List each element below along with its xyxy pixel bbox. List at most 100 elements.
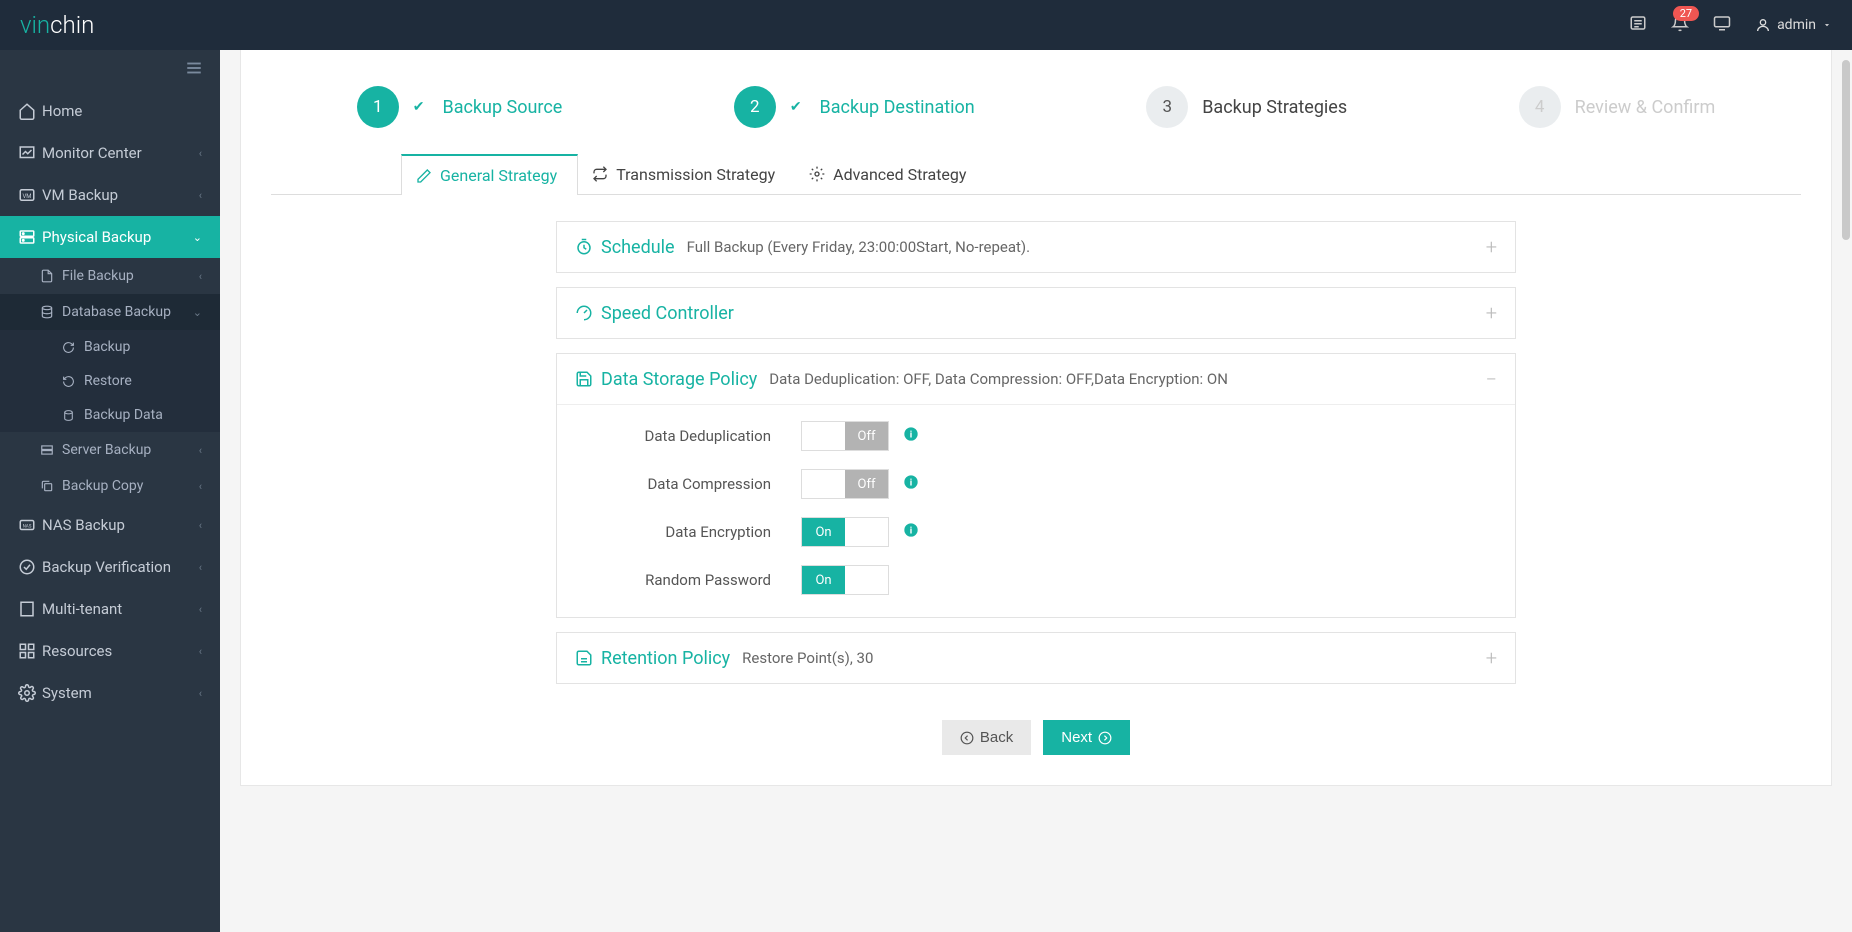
panel-schedule: Schedule Full Backup (Every Friday, 23:0… bbox=[556, 221, 1516, 273]
panel-summary: Data Deduplication: OFF, Data Compressio… bbox=[769, 370, 1228, 388]
sidebar-subsub-backup-data[interactable]: Backup Data bbox=[0, 398, 220, 432]
sidebar-label: Resources bbox=[42, 642, 112, 660]
sidebar-item-vm-backup[interactable]: VM VM Backup ‹ bbox=[0, 174, 220, 216]
panel-header-schedule[interactable]: Schedule Full Backup (Every Friday, 23:0… bbox=[557, 222, 1515, 272]
chevron-icon: ‹ bbox=[199, 147, 202, 160]
next-button[interactable]: Next bbox=[1043, 720, 1130, 755]
step-3[interactable]: 3 Backup Strategies bbox=[1146, 86, 1347, 128]
stepper: 1 ✔ Backup Source 2 ✔ Backup Destination… bbox=[271, 64, 1801, 154]
transfer-icon bbox=[592, 166, 608, 182]
page-title: New Database Backup Job bbox=[271, 50, 1801, 64]
step-number: 4 bbox=[1519, 86, 1561, 128]
panel-title-text: Data Storage Policy bbox=[601, 369, 757, 390]
panel-speed: Speed Controller + bbox=[556, 287, 1516, 339]
sidebar-item-system[interactable]: System ‹ bbox=[0, 672, 220, 714]
arrow-right-icon bbox=[1098, 731, 1112, 745]
home-icon bbox=[18, 102, 42, 120]
chevron-icon: ‹ bbox=[199, 444, 202, 457]
monitor-icon[interactable] bbox=[1713, 14, 1731, 36]
sidebar-item-backup-verification[interactable]: Backup Verification ‹ bbox=[0, 546, 220, 588]
refresh-icon bbox=[62, 341, 84, 354]
panel-header-retention[interactable]: Retention Policy Restore Point(s), 30 + bbox=[557, 633, 1515, 683]
sidebar-sub-database-backup[interactable]: Database Backup ⌄ bbox=[0, 294, 220, 330]
tabs: General Strategy Transmission Strategy A… bbox=[271, 154, 1801, 195]
edit-icon bbox=[416, 168, 432, 184]
server-small-icon bbox=[40, 443, 62, 457]
toggle-compress[interactable]: Off bbox=[801, 469, 889, 499]
main-content: New Database Backup Job 1 ✔ Backup Sourc… bbox=[220, 50, 1852, 932]
field-label: Data Encryption bbox=[581, 523, 801, 541]
user-menu[interactable]: admin bbox=[1755, 17, 1832, 33]
panel-title-text: Retention Policy bbox=[601, 648, 730, 669]
tab-label: Transmission Strategy bbox=[616, 165, 775, 184]
sidebar-item-home[interactable]: Home bbox=[0, 90, 220, 132]
sidebar-label: Monitor Center bbox=[42, 144, 142, 162]
sidebar-sub-server-backup[interactable]: Server Backup ‹ bbox=[0, 432, 220, 468]
sidebar-sub-label: File Backup bbox=[62, 268, 134, 284]
plus-icon: + bbox=[1486, 646, 1497, 670]
chevron-down-icon: ⌄ bbox=[193, 306, 202, 319]
sidebar-item-monitor[interactable]: Monitor Center ‹ bbox=[0, 132, 220, 174]
sidebar-subsub-label: Backup bbox=[84, 339, 130, 355]
info-icon[interactable]: i bbox=[903, 426, 919, 446]
sidebar-subsub-restore[interactable]: Restore bbox=[0, 364, 220, 398]
step-label: Backup Destination bbox=[820, 97, 975, 118]
sidebar-sub-file-backup[interactable]: File Backup ‹ bbox=[0, 258, 220, 294]
panel-title-text: Schedule bbox=[601, 237, 675, 258]
database-icon bbox=[40, 305, 62, 319]
step-number: 3 bbox=[1146, 86, 1188, 128]
notification-badge: 27 bbox=[1673, 6, 1699, 21]
sidebar-item-multi-tenant[interactable]: Multi-tenant ‹ bbox=[0, 588, 220, 630]
step-2[interactable]: 2 ✔ Backup Destination bbox=[734, 86, 975, 128]
panel-storage: Data Storage Policy Data Deduplication: … bbox=[556, 353, 1516, 618]
check-icon: ✔ bbox=[790, 99, 802, 115]
user-label: admin bbox=[1777, 17, 1816, 33]
logo: vinchin bbox=[20, 11, 94, 39]
sidebar-toggle[interactable] bbox=[0, 50, 220, 90]
sidebar-item-resources[interactable]: Resources ‹ bbox=[0, 630, 220, 672]
file-icon bbox=[40, 269, 62, 283]
step-number: 2 bbox=[734, 86, 776, 128]
panel-retention: Retention Policy Restore Point(s), 30 + bbox=[556, 632, 1516, 684]
data-icon bbox=[62, 409, 84, 422]
save-icon bbox=[575, 370, 593, 388]
plus-icon: + bbox=[1486, 301, 1497, 325]
arrow-left-icon bbox=[960, 731, 974, 745]
scrollbar[interactable] bbox=[1842, 60, 1850, 240]
sidebar-item-physical-backup[interactable]: Physical Backup ⌄ bbox=[0, 216, 220, 258]
step-label: Backup Source bbox=[442, 97, 562, 118]
logo-prefix: vin bbox=[20, 11, 50, 39]
tab-label: Advanced Strategy bbox=[833, 165, 966, 184]
sidebar-item-nas-backup[interactable]: NAS NAS Backup ‹ bbox=[0, 504, 220, 546]
row-compress: Data Compression Off i bbox=[581, 469, 1491, 499]
settings-icon bbox=[809, 166, 825, 182]
sidebar-sub-backup-copy[interactable]: Backup Copy ‹ bbox=[0, 468, 220, 504]
tab-general-strategy[interactable]: General Strategy bbox=[401, 154, 578, 195]
panel-title-text: Speed Controller bbox=[601, 303, 734, 324]
step-1[interactable]: 1 ✔ Backup Source bbox=[357, 86, 563, 128]
panel-summary: Full Backup (Every Friday, 23:00:00Start… bbox=[687, 238, 1031, 256]
panel-header-speed[interactable]: Speed Controller + bbox=[557, 288, 1515, 338]
tab-transmission-strategy[interactable]: Transmission Strategy bbox=[578, 154, 795, 194]
chevron-icon: ‹ bbox=[199, 561, 202, 574]
info-icon[interactable]: i bbox=[903, 474, 919, 494]
chevron-icon: ‹ bbox=[199, 519, 202, 532]
tab-advanced-strategy[interactable]: Advanced Strategy bbox=[795, 154, 986, 194]
toggle-dedup[interactable]: Off bbox=[801, 421, 889, 451]
toggle-state: On bbox=[802, 518, 845, 546]
check-icon: ✔ bbox=[413, 99, 425, 115]
back-button[interactable]: Back bbox=[942, 720, 1031, 755]
back-label: Back bbox=[980, 729, 1013, 746]
nas-icon: NAS bbox=[18, 516, 42, 534]
field-label: Random Password bbox=[581, 571, 801, 589]
step-number: 1 bbox=[357, 86, 399, 128]
toggle-random-pw[interactable]: On bbox=[801, 565, 889, 595]
toggle-state: Off bbox=[845, 422, 888, 450]
list-icon[interactable] bbox=[1629, 14, 1647, 36]
notification-bell-icon[interactable]: 27 bbox=[1671, 14, 1689, 36]
panel-header-storage[interactable]: Data Storage Policy Data Deduplication: … bbox=[557, 354, 1515, 404]
sidebar-subsub-backup[interactable]: Backup bbox=[0, 330, 220, 364]
row-random-pw: Random Password On bbox=[581, 565, 1491, 595]
info-icon[interactable]: i bbox=[903, 522, 919, 542]
toggle-encrypt[interactable]: On bbox=[801, 517, 889, 547]
